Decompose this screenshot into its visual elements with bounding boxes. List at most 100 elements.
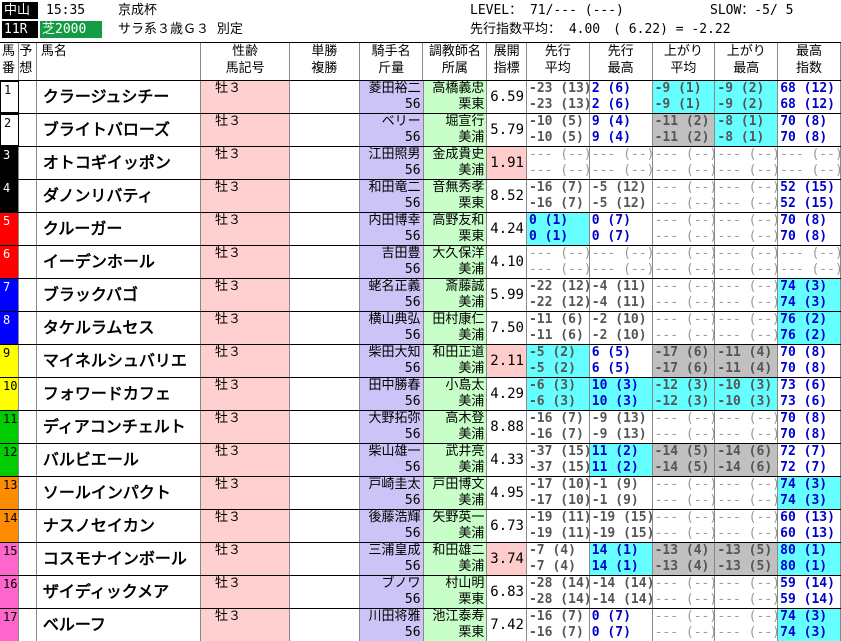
trainer-cell: 和田正道 美浦 [423,345,488,377]
prediction-mark[interactable] [19,345,37,377]
horse-number: 7 [0,279,20,311]
prediction-mark[interactable] [19,114,37,146]
horse-name[interactable]: ブライトバローズ [37,114,202,146]
carried-weight: 56 [404,592,421,607]
odds-cell [290,213,360,245]
stable-location: 美浦 [458,130,485,145]
trainer-cell: 村山明 栗東 [423,576,488,608]
prediction-mark[interactable] [19,180,37,212]
table-row[interactable]: 15 コスモナインボール 牡３ 三浦皇成 56 和田雄二 美浦 3.74 -7 (4) -7 (4… [0,543,841,576]
stat-value: --- (--) [717,591,779,607]
prediction-mark[interactable] [19,543,37,575]
table-row[interactable]: 9 マイネルシュバリエ 牡３ 柴田大知 56 和田正道 美浦 2.11 -5 (2) -5 (2)… [0,345,841,378]
prediction-mark[interactable] [19,378,37,410]
table-row[interactable]: 7 ブラックバゴ 牡３ 蛯名正義 56 斎藤誠 美浦 5.99 -22 (12) -22 (12)… [0,279,841,312]
table-row[interactable]: 5 クルーガー 牡３ 内田博幸 56 高野友和 栗東 4.24 0 (1) 0 (1) 0 (7) 0… [0,213,841,246]
stat-value: --- (--) [717,525,779,541]
stat-value: -16 (7) [528,411,584,426]
prediction-mark[interactable] [19,81,37,113]
stat-p4: --- (--) --- (--) [715,180,779,212]
prediction-mark[interactable] [19,576,37,608]
prediction-mark[interactable] [19,510,37,542]
stat-p2: 0 (7) 0 (7) [590,213,653,245]
horse-number: 14 [0,510,20,542]
table-row[interactable]: 13 ソールインパクト 牡３ 戸崎圭太 56 戸田博文 美浦 4.95 -17 (10) -17 … [0,477,841,510]
table-row[interactable]: 16 ザイディックメア 牡３ ブノワ 56 村山明 栗東 6.83 -28 (14) -28 (1… [0,576,841,609]
horse-name[interactable]: バルビエール [37,444,202,476]
carried-weight: 56 [404,130,421,145]
table-row[interactable]: 3 オトコギイッポン 牡３ 江田照男 56 金成貴史 美浦 1.91 --- (--) --- (… [0,147,841,180]
table-row[interactable]: 2 ブライトバローズ 牡３ ベリー 56 堀宣行 美浦 5.79 -10 (5) -10 (5) 9… [0,114,841,147]
horse-name[interactable]: ザイディックメア [37,576,202,608]
horse-name[interactable]: ソールインパクト [37,477,202,509]
stat-p2: 0 (7) 0 (7) [590,609,653,641]
stat-value: -19 (15) [591,525,653,541]
race-number: 11R [2,21,38,38]
stat-value: -12 (3) [654,378,710,393]
horse-name[interactable]: オトコギイッポン [37,147,202,179]
horse-name[interactable]: フォワードカフェ [37,378,202,410]
horse-name[interactable]: ベルーフ [37,609,202,641]
horse-name[interactable]: ダノンリバティ [37,180,202,212]
horse-name[interactable]: ナスノセイカン [37,510,202,542]
stat-value: -10 (5) [529,114,584,129]
table-row[interactable]: 11 ディアコンチェルト 牡３ 大野拓弥 56 高木登 美浦 8.88 -16 (7) -16 (… [0,411,841,444]
trainer-name: 小島太 [445,378,485,393]
horse-name[interactable]: タケルラムセス [37,312,202,344]
horse-name[interactable]: ディアコンチェルト [37,411,202,443]
table-row[interactable]: 17 ベルーフ 牡３ 川田将雅 56 池江泰寿 栗東 7.42 -16 (7) -16 (7) 0 … [0,609,841,641]
jockey-cell: 田中勝春 56 [359,378,424,410]
stat-p2: -14 (14) -14 (14) [590,576,653,608]
stat-value: 70 (8) [780,411,828,426]
prediction-mark[interactable] [19,312,37,344]
horse-name[interactable]: マイネルシュバリエ [37,345,202,377]
jockey-name: 大野拓弥 [368,411,421,426]
table-row[interactable]: 12 バルビエール 牡３ 柴山雄一 56 武井亮 美浦 4.33 -37 (15) -37 (15… [0,444,841,477]
jockey-name: 柴山雄一 [368,444,421,459]
horse-name[interactable]: コスモナインボール [37,543,202,575]
stat-p5: 72 (7) 72 (7) [778,444,841,476]
table-row[interactable]: 4 ダノンリバティ 牡３ 和田竜二 56 音無秀孝 栗東 8.52 -16 (7) -16 (7)… [0,180,841,213]
col-p2: 先行 最高 [590,43,653,80]
stat-value: --- (--) [717,624,779,640]
prediction-mark[interactable] [19,444,37,476]
trainer-name: 和田雄二 [432,543,485,558]
stat-p5: 70 (8) 70 (8) [778,114,841,146]
stat-p5: 76 (2) 76 (2) [778,312,841,344]
horse-name[interactable]: クルーガー [37,213,202,245]
stat-value: -17 (10) [528,492,590,508]
prediction-mark[interactable] [19,147,37,179]
stat-p4: --- (--) --- (--) [715,477,779,509]
prediction-mark[interactable] [19,477,37,509]
table-row[interactable]: 10 フォワードカフェ 牡３ 田中勝春 56 小島太 美浦 4.29 -6 (3) -6 (3) 1… [0,378,841,411]
stat-value: -19 (11) [528,510,590,525]
horse-name[interactable]: ブラックバゴ [37,279,202,311]
stat-value: --- (--) [717,228,779,244]
stat-value: 14 (1) [591,543,639,558]
stat-p5: 52 (15) 52 (15) [778,180,841,212]
jockey-cell: ブノワ 56 [359,576,424,608]
stat-p1: -19 (11) -19 (11) [527,510,590,542]
table-row[interactable]: 8 タケルラムセス 牡３ 横山典弘 56 田村康仁 美浦 7.50 -11 (6) -11 (6)… [0,312,841,345]
prediction-mark[interactable] [19,246,37,278]
table-row[interactable]: 14 ナスノセイカン 牡３ 後藤浩輝 56 矢野英一 美浦 6.73 -19 (11) -19 (… [0,510,841,543]
stat-value: --- (--) [654,525,716,541]
prediction-mark[interactable] [19,213,37,245]
horse-name[interactable]: クラージュシチー [37,81,202,113]
table-row[interactable]: 6 イーデンホール 牡３ 吉田豊 56 大久保洋 美浦 4.10 --- (--) --- (--… [0,246,841,279]
prediction-mark[interactable] [19,411,37,443]
stat-value: 10 (3) [591,393,639,409]
stat-value: -16 (7) [528,195,584,211]
stat-value: 10 (3) [591,378,639,393]
stat-value: 70 (8) [780,360,828,376]
stat-value: --- (--) [717,492,779,508]
stat-p3: --- (--) --- (--) [652,246,716,278]
prediction-mark[interactable] [19,609,37,641]
stat-value: -1 (9) [591,477,639,492]
prediction-mark[interactable] [19,279,37,311]
stat-value: --- (--) [654,246,716,261]
stat-value: --- (--) [654,228,716,244]
horse-number: 17 [0,609,20,641]
horse-name[interactable]: イーデンホール [37,246,202,278]
table-row[interactable]: 1 クラージュシチー 牡３ 菱田裕二 56 高橋義忠 栗東 6.59 -23 (13) -23 (… [0,81,841,114]
